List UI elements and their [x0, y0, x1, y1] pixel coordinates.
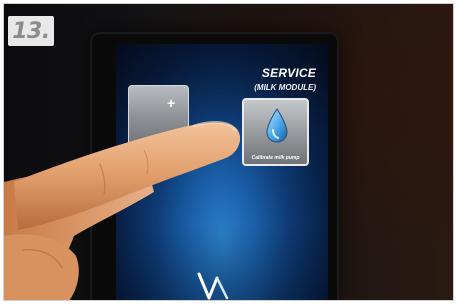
add-tile-button[interactable]: +: [128, 85, 189, 163]
brand-logo-icon: [197, 272, 229, 300]
photo-frame: SERVICE (MILK MODULE) + Calibrate milk p…: [3, 3, 454, 301]
screen-subtitle: (MILK MODULE): [254, 83, 316, 92]
screen-title: SERVICE: [261, 66, 316, 80]
water-drop-icon: [266, 108, 288, 143]
plus-icon: +: [167, 95, 176, 111]
touch-screen: SERVICE (MILK MODULE) + Calibrate milk p…: [116, 44, 328, 300]
calibrate-milk-pump-button[interactable]: Calibrate milk pump: [242, 98, 309, 166]
calibrate-milk-pump-label: Calibrate milk pump: [251, 155, 300, 161]
step-number-badge: 13.: [8, 16, 54, 46]
